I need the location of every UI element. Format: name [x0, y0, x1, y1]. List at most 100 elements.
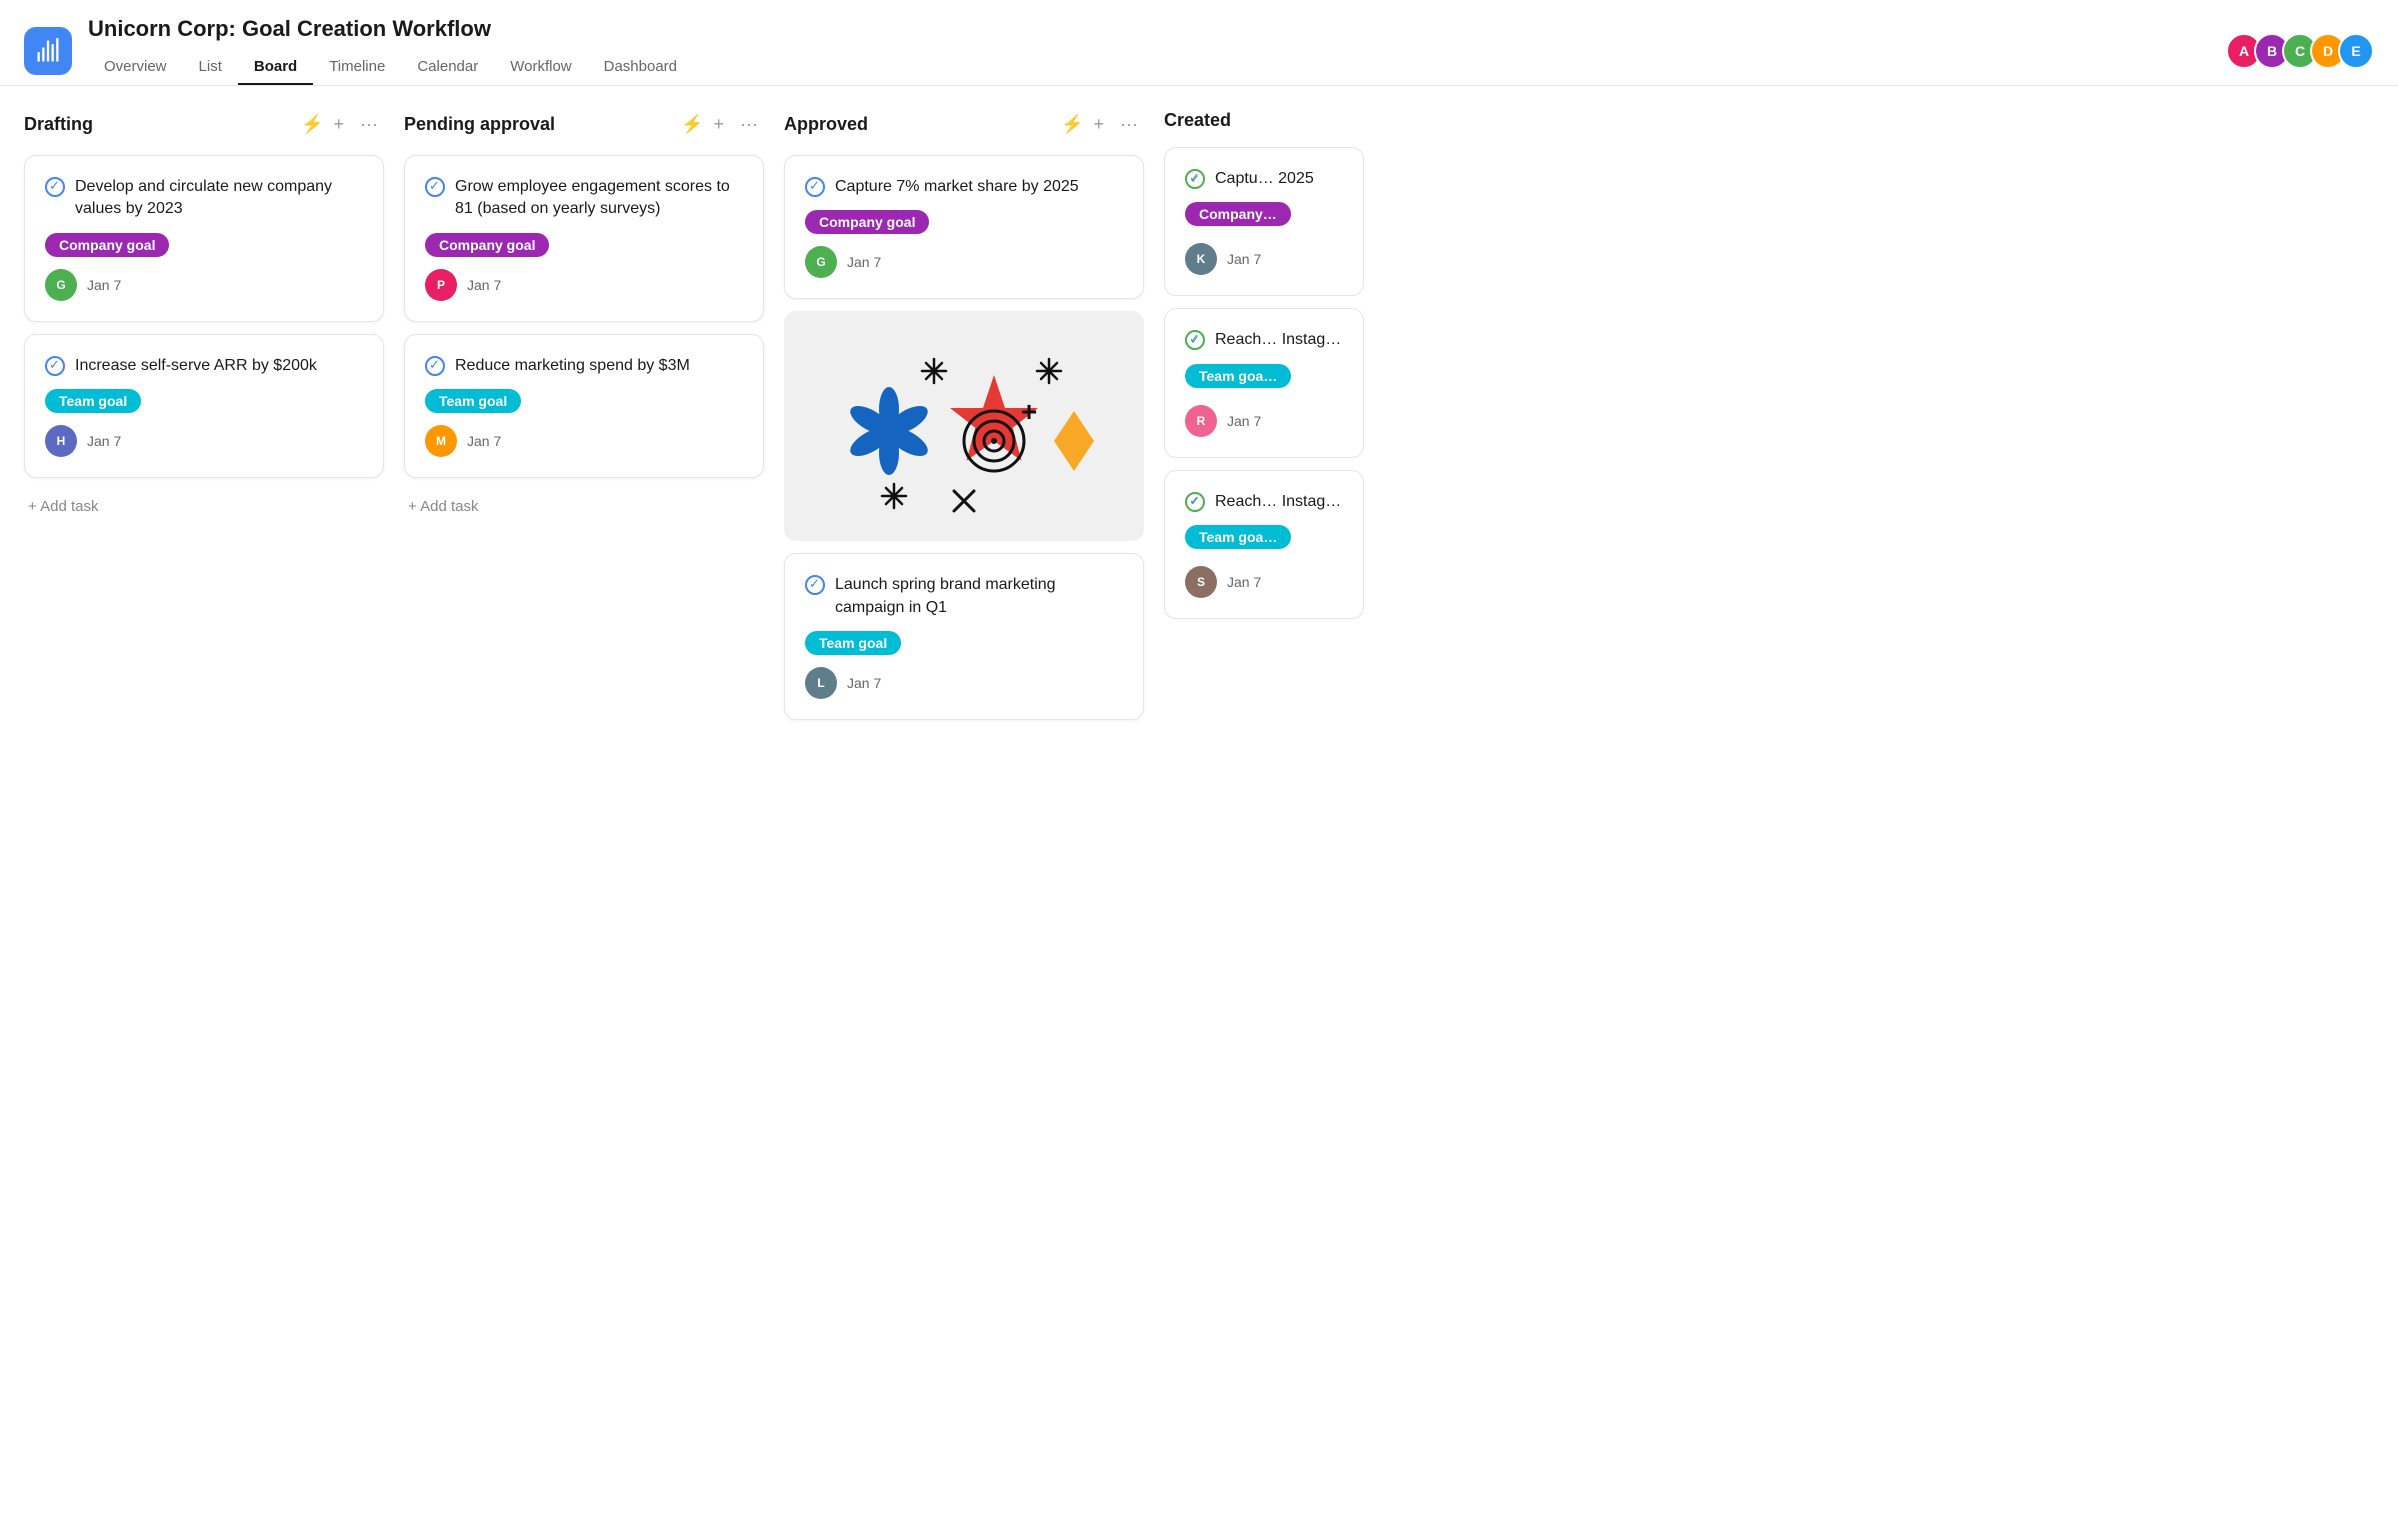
check-icon-pending-1	[425, 177, 445, 197]
card-date-created-1: Jan 7	[1227, 251, 1261, 267]
lightning-icon-pending: ⚡	[681, 114, 703, 135]
card-date-drafting-1: Jan 7	[87, 277, 121, 293]
card-drafting-2: Increase self-serve ARR by $200k Team go…	[24, 334, 384, 478]
add-col-btn-pending[interactable]: +	[708, 110, 731, 139]
check-icon-created-1: ✓	[1185, 169, 1205, 189]
tab-list[interactable]: List	[183, 50, 238, 85]
avatar-group: A B C D E	[2226, 33, 2374, 69]
add-task-pending[interactable]: + Add task	[404, 490, 764, 523]
more-col-btn-pending[interactable]: ···	[734, 110, 764, 139]
card-footer-drafting-1: G Jan 7	[45, 269, 363, 301]
check-icon-pending-2	[425, 356, 445, 376]
card-avatar-created-1: K	[1185, 243, 1217, 275]
add-task-drafting[interactable]: + Add task	[24, 490, 384, 523]
column-drafting: Drafting ⚡ + ··· Develop and circulate n…	[24, 110, 384, 523]
card-pending-2: Reduce marketing spend by $3M Team goal …	[404, 334, 764, 478]
column-pending: Pending approval ⚡ + ··· Grow employee e…	[404, 110, 764, 523]
card-footer-pending-1: P Jan 7	[425, 269, 743, 301]
title-nav-area: Unicorn Corp: Goal Creation Workflow Ove…	[88, 16, 2226, 85]
tab-board[interactable]: Board	[238, 50, 313, 85]
tag-company-created-1[interactable]: Company…	[1185, 202, 1291, 226]
tag-team-created-3[interactable]: Team goa…	[1185, 525, 1291, 549]
lightning-icon-approved: ⚡	[1061, 114, 1083, 135]
analytics-icon	[34, 37, 62, 65]
app-title: Unicorn Corp: Goal Creation Workflow	[88, 16, 2226, 42]
tag-company-drafting-1[interactable]: Company goal	[45, 233, 169, 257]
tab-timeline[interactable]: Timeline	[313, 50, 401, 85]
nav-tabs: Overview List Board Timeline Calendar Wo…	[88, 50, 2226, 85]
check-icon-approved-3	[805, 575, 825, 595]
column-header-drafting: Drafting ⚡ + ···	[24, 110, 384, 139]
tab-overview[interactable]: Overview	[88, 50, 183, 85]
tab-calendar[interactable]: Calendar	[401, 50, 494, 85]
card-footer-created-2: R Jan 7	[1185, 405, 1343, 437]
card-avatar-drafting-2: H	[45, 425, 77, 457]
card-title-created-3: ✓ Reach… Instag…	[1185, 491, 1343, 513]
tab-dashboard[interactable]: Dashboard	[588, 50, 693, 85]
check-icon-created-2: ✓	[1185, 330, 1205, 350]
card-date-approved-3: Jan 7	[847, 675, 881, 691]
avatar-5: E	[2338, 33, 2374, 69]
card-avatar-drafting-1: G	[45, 269, 77, 301]
column-title-created: Created	[1164, 110, 1364, 131]
tag-company-pending-1[interactable]: Company goal	[425, 233, 549, 257]
check-icon-drafting-1	[45, 177, 65, 197]
tag-team-drafting-2[interactable]: Team goal	[45, 389, 141, 413]
tag-company-approved-1[interactable]: Company goal	[805, 210, 929, 234]
svg-text:+: +	[1021, 396, 1037, 427]
card-approved-3: Launch spring brand marketing campaign i…	[784, 553, 1144, 720]
card-title-drafting-1: Develop and circulate new company values…	[45, 176, 363, 221]
board-container: Drafting ⚡ + ··· Develop and circulate n…	[0, 86, 2398, 1507]
add-col-btn-drafting[interactable]: +	[328, 110, 351, 139]
card-avatar-approved-3: L	[805, 667, 837, 699]
card-date-created-3: Jan 7	[1227, 574, 1261, 590]
card-created-2: ✓ Reach… Instag… Team goa… R Jan 7	[1164, 308, 1364, 457]
lightning-icon-drafting: ⚡	[301, 114, 323, 135]
card-title-pending-1: Grow employee engagement scores to 81 (b…	[425, 176, 743, 221]
column-title-drafting: Drafting	[24, 114, 293, 135]
card-title-created-1: ✓ Captu… 2025	[1185, 168, 1343, 190]
card-created-1: ✓ Captu… 2025 Company… K Jan 7	[1164, 147, 1364, 296]
card-title-created-2: ✓ Reach… Instag…	[1185, 329, 1343, 351]
card-date-drafting-2: Jan 7	[87, 433, 121, 449]
col-actions-approved: ⚡ + ···	[1053, 110, 1144, 139]
decorative-card-approved: +	[784, 311, 1144, 541]
decorative-svg: +	[784, 311, 1144, 541]
tag-team-created-2[interactable]: Team goa…	[1185, 364, 1291, 388]
card-title-approved-1: Capture 7% market share by 2025	[805, 176, 1123, 198]
tab-workflow[interactable]: Workflow	[494, 50, 587, 85]
card-footer-created-3: S Jan 7	[1185, 566, 1343, 598]
card-footer-approved-3: L Jan 7	[805, 667, 1123, 699]
check-icon-created-3: ✓	[1185, 492, 1205, 512]
card-avatar-created-2: R	[1185, 405, 1217, 437]
card-date-approved-1: Jan 7	[847, 254, 881, 270]
column-title-approved: Approved	[784, 114, 1053, 135]
card-approved-1: Capture 7% market share by 2025 Company …	[784, 155, 1144, 299]
tag-team-pending-2[interactable]: Team goal	[425, 389, 521, 413]
tag-team-approved-3[interactable]: Team goal	[805, 631, 901, 655]
card-title-drafting-2: Increase self-serve ARR by $200k	[45, 355, 363, 377]
column-approved: Approved ⚡ + ··· Capture 7% market share…	[784, 110, 1144, 732]
card-avatar-created-3: S	[1185, 566, 1217, 598]
more-col-btn-drafting[interactable]: ···	[354, 110, 384, 139]
column-header-pending: Pending approval ⚡ + ···	[404, 110, 764, 139]
more-col-btn-approved[interactable]: ···	[1114, 110, 1144, 139]
column-created: Created ✓ Captu… 2025 Company… K Jan 7 ✓…	[1164, 110, 1364, 631]
column-header-created: Created	[1164, 110, 1364, 131]
card-footer-pending-2: M Jan 7	[425, 425, 743, 457]
col-actions-pending: ⚡ + ···	[673, 110, 764, 139]
card-footer-drafting-2: H Jan 7	[45, 425, 363, 457]
card-footer-approved-1: G Jan 7	[805, 246, 1123, 278]
app-header: Unicorn Corp: Goal Creation Workflow Ove…	[0, 0, 2398, 86]
app-logo	[24, 27, 72, 75]
add-col-btn-approved[interactable]: +	[1088, 110, 1111, 139]
card-avatar-approved-1: G	[805, 246, 837, 278]
column-title-pending: Pending approval	[404, 114, 673, 135]
card-avatar-pending-1: P	[425, 269, 457, 301]
card-created-3: ✓ Reach… Instag… Team goa… S Jan 7	[1164, 470, 1364, 619]
card-pending-1: Grow employee engagement scores to 81 (b…	[404, 155, 764, 322]
card-footer-created-1: K Jan 7	[1185, 243, 1343, 275]
column-header-approved: Approved ⚡ + ···	[784, 110, 1144, 139]
card-date-created-2: Jan 7	[1227, 413, 1261, 429]
card-title-pending-2: Reduce marketing spend by $3M	[425, 355, 743, 377]
